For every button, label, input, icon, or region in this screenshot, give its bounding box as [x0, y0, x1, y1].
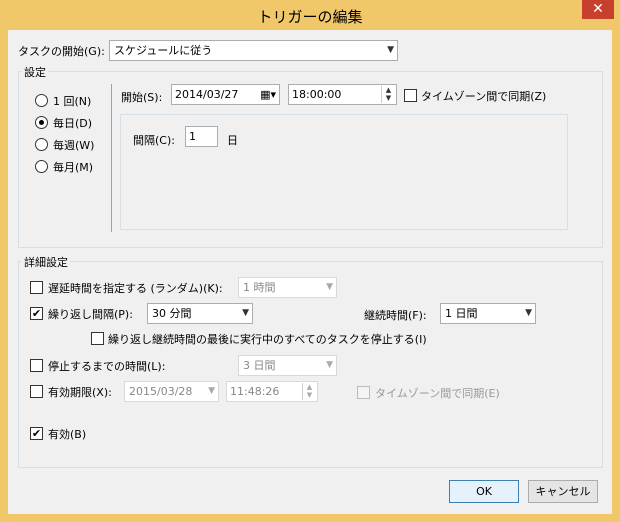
duration-label: 継続時間(F): — [364, 309, 427, 322]
expire-tz-label[interactable]: タイムゾーン間で同期(E) — [375, 385, 500, 401]
repeat-dropdown[interactable]: 30 分間 ▼ — [147, 303, 253, 324]
radio-daily[interactable] — [35, 116, 48, 129]
radio-weekly-label[interactable]: 毎週(W) — [53, 137, 94, 153]
delay-dropdown[interactable]: 1 時間 ▼ — [238, 277, 337, 298]
chevron-down-icon: ▼ — [525, 308, 532, 318]
radio-monthly[interactable] — [35, 160, 48, 173]
interval-unit: 日 — [227, 134, 238, 147]
stop-all-label[interactable]: 繰り返し継続時間の最後に実行中のすべてのタスクを停止する(I) — [108, 331, 427, 347]
expire-tz-checkbox[interactable] — [357, 386, 370, 399]
repeat-value: 30 分間 — [152, 307, 192, 320]
radio-selected-dot — [39, 120, 44, 125]
stop-after-label[interactable]: 停止するまでの時間(L): — [48, 358, 165, 374]
radio-once[interactable] — [35, 94, 48, 107]
cancel-button[interactable]: キャンセル — [528, 480, 598, 503]
close-button[interactable]: ✕ — [582, 0, 614, 19]
calendar-icon[interactable]: ▦▾ — [260, 85, 276, 104]
start-time-field[interactable]: 18:00:00 ▲ ▼ — [288, 84, 397, 105]
tz-sync-label[interactable]: タイムゾーン間で同期(Z) — [421, 88, 546, 104]
start-task-label: タスクの開始(G): — [18, 45, 105, 58]
chevron-down-icon: ▼ — [208, 386, 215, 396]
chevron-down-icon: ▼ — [387, 45, 394, 55]
window-title: トリガーの編集 — [257, 8, 363, 26]
radio-monthly-label[interactable]: 毎月(M) — [53, 159, 93, 175]
enabled-checkbox[interactable]: ✔ — [30, 427, 43, 440]
expire-checkbox[interactable] — [30, 385, 43, 398]
start-task-dropdown[interactable]: スケジュールに従う ▼ — [109, 40, 398, 61]
stop-all-checkbox[interactable] — [91, 332, 104, 345]
start-date-value: 2014/03/27 — [175, 88, 239, 101]
start-date-picker[interactable]: 2014/03/27 ▦▾ — [171, 84, 280, 105]
stop-after-value: 3 日間 — [243, 359, 276, 372]
expire-time-field[interactable]: 11:48:26 ▲ ▼ — [226, 381, 318, 402]
spin-up-icon[interactable]: ▲ — [303, 383, 316, 391]
expire-date-picker[interactable]: 2015/03/28 ▼ — [124, 381, 219, 402]
duration-dropdown[interactable]: 1 日間 ▼ — [440, 303, 536, 324]
tz-sync-checkbox[interactable] — [404, 89, 417, 102]
settings-group-title: 設定 — [22, 64, 48, 80]
title-bar[interactable]: トリガーの編集 ✕ — [0, 0, 620, 30]
interval-input[interactable]: 1 — [185, 126, 218, 147]
advanced-group-title: 詳細設定 — [22, 254, 70, 270]
radio-daily-label[interactable]: 毎日(D) — [53, 115, 92, 131]
chevron-down-icon: ▼ — [326, 282, 333, 292]
ok-button[interactable]: OK — [449, 480, 519, 503]
repeat-label[interactable]: 繰り返し間隔(P): — [48, 306, 133, 322]
expire-time-value: 11:48:26 — [230, 385, 280, 398]
start-label: 開始(S): — [121, 91, 163, 104]
start-task-value: スケジュールに従う — [114, 44, 213, 57]
duration-value: 1 日間 — [445, 307, 478, 320]
spin-down-icon[interactable]: ▼ — [382, 94, 395, 102]
spin-up-icon[interactable]: ▲ — [382, 86, 395, 94]
delay-value: 1 時間 — [243, 281, 276, 294]
start-time-value: 18:00:00 — [292, 88, 342, 101]
radio-once-label[interactable]: 1 回(N) — [53, 93, 91, 109]
expire-date-value: 2015/03/28 — [129, 385, 193, 398]
delay-label[interactable]: 遅延時間を指定する (ランダム)(K): — [48, 280, 223, 296]
enabled-label[interactable]: 有効(B) — [48, 426, 86, 442]
spin-down-icon[interactable]: ▼ — [303, 391, 316, 399]
time-spinner[interactable]: ▲ ▼ — [381, 86, 395, 103]
expire-label[interactable]: 有効期限(X): — [48, 384, 112, 400]
dialog-client: タスクの開始(G): スケジュールに従う ▼ 設定 1 回(N) 毎日(D) 毎… — [8, 30, 612, 514]
stop-after-dropdown[interactable]: 3 日間 ▼ — [238, 355, 337, 376]
settings-divider — [111, 84, 112, 232]
chevron-down-icon: ▼ — [242, 308, 249, 318]
interval-label: 間隔(C): — [133, 134, 175, 147]
stop-after-checkbox[interactable] — [30, 359, 43, 372]
dialog-window: トリガーの編集 ✕ タスクの開始(G): スケジュールに従う ▼ 設定 1 回(… — [0, 0, 620, 522]
chevron-down-icon: ▼ — [326, 360, 333, 370]
repeat-checkbox[interactable]: ✔ — [30, 307, 43, 320]
radio-weekly[interactable] — [35, 138, 48, 151]
delay-checkbox[interactable] — [30, 281, 43, 294]
time-spinner[interactable]: ▲ ▼ — [302, 383, 316, 400]
